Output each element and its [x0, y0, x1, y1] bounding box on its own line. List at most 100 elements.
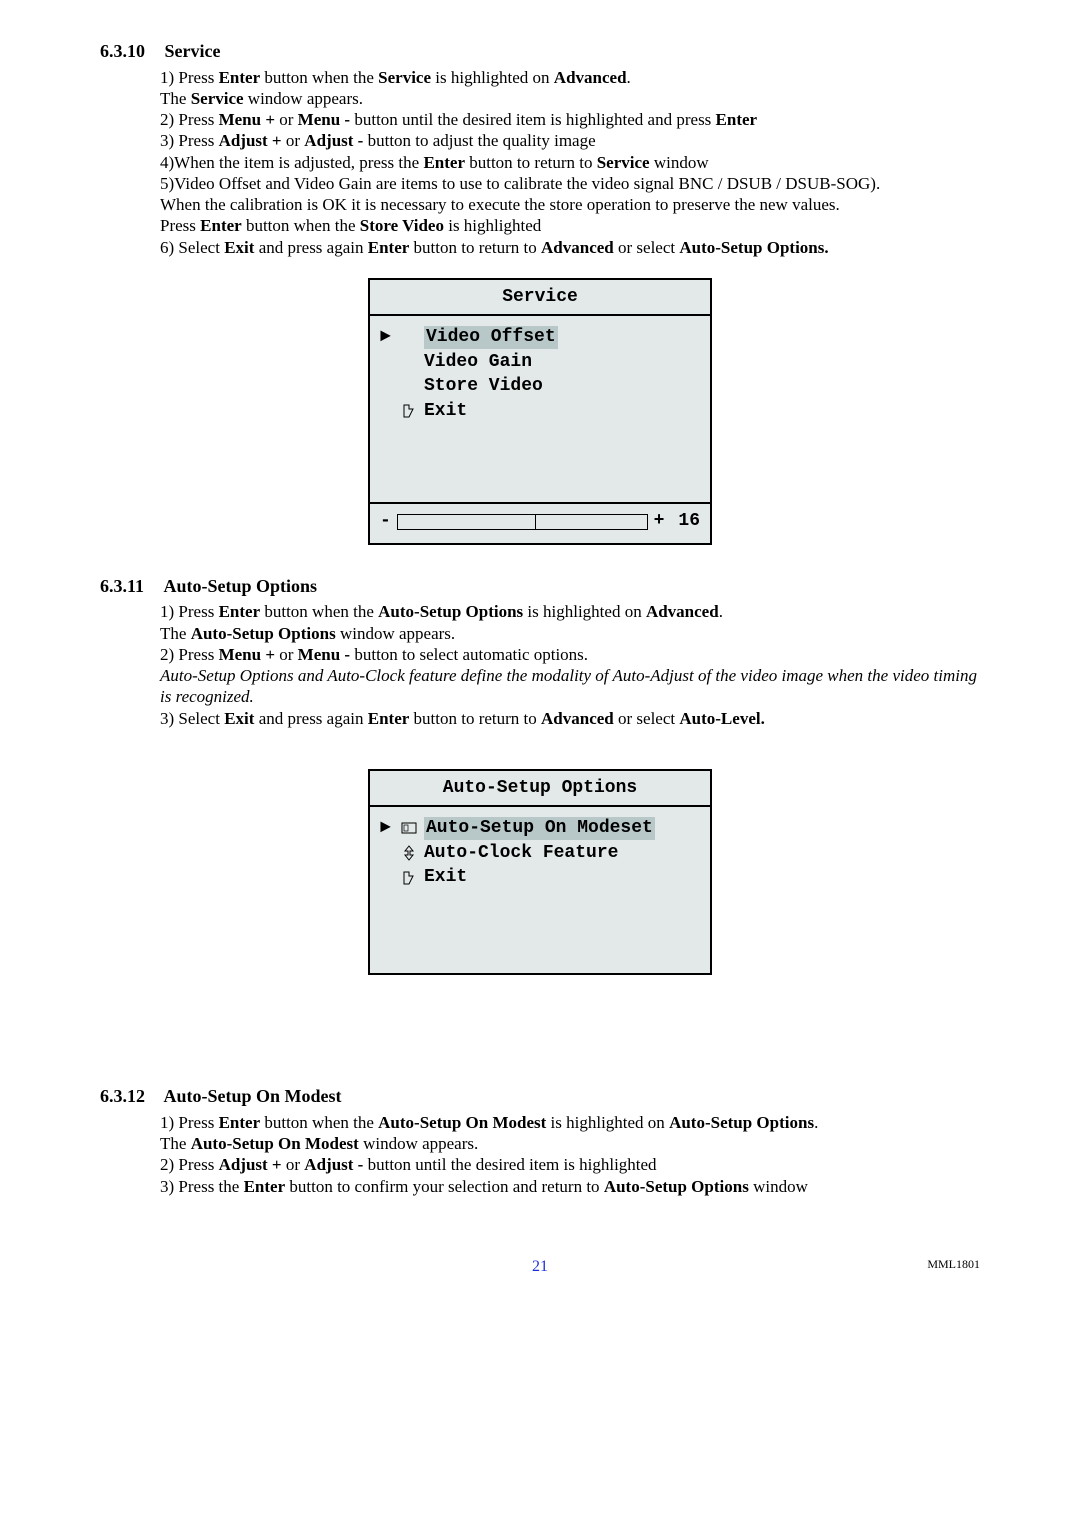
text: Advanced: [646, 602, 719, 621]
text: or select: [614, 709, 680, 728]
text: .: [627, 68, 631, 87]
text: Enter: [716, 110, 758, 129]
text: window appears.: [244, 89, 363, 108]
text: and press again: [254, 709, 367, 728]
text: 3) Press: [160, 131, 219, 150]
osd-title: Service: [370, 280, 710, 315]
slider-fill: [398, 515, 536, 529]
text: Auto-Setup Options: [191, 624, 336, 643]
text: or: [275, 645, 298, 664]
text: button until the desired item is highlig…: [363, 1155, 656, 1174]
osd-autosetup-window: Auto-Setup Options ► Auto-Setup On Modes…: [368, 769, 712, 976]
osd-slider[interactable]: - + 16: [370, 504, 710, 543]
slider-value: 16: [678, 510, 700, 533]
section-title: Auto-Setup Options: [164, 576, 318, 596]
osd-item-label: Auto-Clock Feature: [424, 842, 618, 865]
text: or: [282, 1155, 305, 1174]
osd-item[interactable]: ► Auto-Setup On Modeset: [380, 817, 700, 840]
text: 3) Press the: [160, 1177, 244, 1196]
text: Enter: [423, 153, 465, 172]
text: Enter: [200, 216, 242, 235]
text: .: [814, 1113, 818, 1132]
text: button to adjust the quality image: [363, 131, 595, 150]
osd-item[interactable]: Video Gain: [380, 351, 700, 374]
osd-item[interactable]: Exit: [380, 400, 700, 423]
text: is highlighted on: [546, 1113, 669, 1132]
text: Service: [191, 89, 244, 108]
text: 2) Press: [160, 645, 219, 664]
section-title: Service: [165, 41, 221, 61]
text: 2) Press: [160, 1155, 219, 1174]
text: 1) Press: [160, 68, 219, 87]
text: is highlighted on: [523, 602, 646, 621]
text: window: [749, 1177, 808, 1196]
osd-body: ► Video Offset Video Gain Store Video Ex…: [370, 316, 710, 502]
text: Service: [378, 68, 431, 87]
osd-item-label: Video Gain: [424, 351, 532, 374]
text: Auto-Level.: [679, 709, 764, 728]
text: Menu +: [219, 645, 275, 664]
osd-item-label: Store Video: [424, 375, 543, 398]
section-heading: 6.3.12 Auto-Setup On Modest: [100, 1085, 980, 1108]
osd-item-label: Exit: [424, 866, 467, 889]
text: Auto-Setup On Modest: [191, 1134, 359, 1153]
text: Adjust -: [304, 1155, 363, 1174]
text: 2) Press: [160, 110, 219, 129]
osd-item[interactable]: Exit: [380, 866, 700, 889]
text: Auto-Setup Options: [669, 1113, 814, 1132]
text: Store Video: [360, 216, 444, 235]
text: button to select automatic options.: [350, 645, 588, 664]
text: The: [160, 624, 191, 643]
osd-item-label: Video Offset: [424, 326, 558, 349]
osd-item[interactable]: ► Video Offset: [380, 326, 700, 349]
section-body: 1) Press Enter button when the Auto-Setu…: [160, 1112, 980, 1197]
text: 5)Video Offset and Video Gain are items …: [160, 173, 980, 194]
text: window appears.: [336, 624, 455, 643]
minus-label: -: [380, 510, 391, 533]
section-title: Auto-Setup On Modest: [164, 1086, 342, 1106]
page-number: 21: [100, 1257, 980, 1277]
text: Adjust -: [304, 131, 363, 150]
text: window appears.: [359, 1134, 478, 1153]
text: When the calibration is OK it is necessa…: [160, 194, 980, 215]
italic-note: Auto-Setup Options and Auto-Clock featur…: [160, 665, 980, 708]
text: .: [719, 602, 723, 621]
text: and press again: [254, 238, 367, 257]
text: button to return to: [409, 709, 541, 728]
text: is highlighted on: [431, 68, 554, 87]
text: The: [160, 1134, 191, 1153]
screen-icon: [398, 822, 420, 836]
plus-label: +: [654, 510, 665, 533]
text: Exit: [224, 238, 254, 257]
exit-arrow-icon: [398, 403, 420, 419]
text: button when the: [260, 602, 378, 621]
text: button until the desired item is highlig…: [350, 110, 715, 129]
text: Menu +: [219, 110, 275, 129]
text: Enter: [368, 238, 410, 257]
text: Advanced: [541, 709, 614, 728]
osd-item[interactable]: Store Video: [380, 375, 700, 398]
text: Advanced: [554, 68, 627, 87]
slider-track[interactable]: [397, 514, 648, 530]
text: Auto-Setup Options: [604, 1177, 749, 1196]
text: Auto-Setup Options.: [679, 238, 828, 257]
model-label: MML1801: [927, 1257, 980, 1272]
osd-item[interactable]: Auto-Clock Feature: [380, 842, 700, 865]
section-body: 1) Press Enter button when the Service i…: [160, 67, 980, 258]
text: 3) Select: [160, 709, 224, 728]
text: Advanced: [541, 238, 614, 257]
section-number: 6.3.10: [100, 40, 160, 63]
text: Enter: [219, 602, 261, 621]
text: Menu -: [298, 110, 350, 129]
section-heading: 6.3.10 Service: [100, 40, 980, 63]
updown-arrows-icon: [398, 845, 420, 861]
section-number: 6.3.12: [100, 1085, 160, 1108]
osd-title: Auto-Setup Options: [370, 771, 710, 806]
text: or: [275, 110, 298, 129]
text: Auto-Setup On Modest: [378, 1113, 546, 1132]
text: 6) Select: [160, 238, 224, 257]
osd-item-label: Auto-Setup On Modeset: [424, 817, 655, 840]
text: The: [160, 89, 191, 108]
exit-arrow-icon: [398, 870, 420, 886]
text: 1) Press: [160, 1113, 219, 1132]
